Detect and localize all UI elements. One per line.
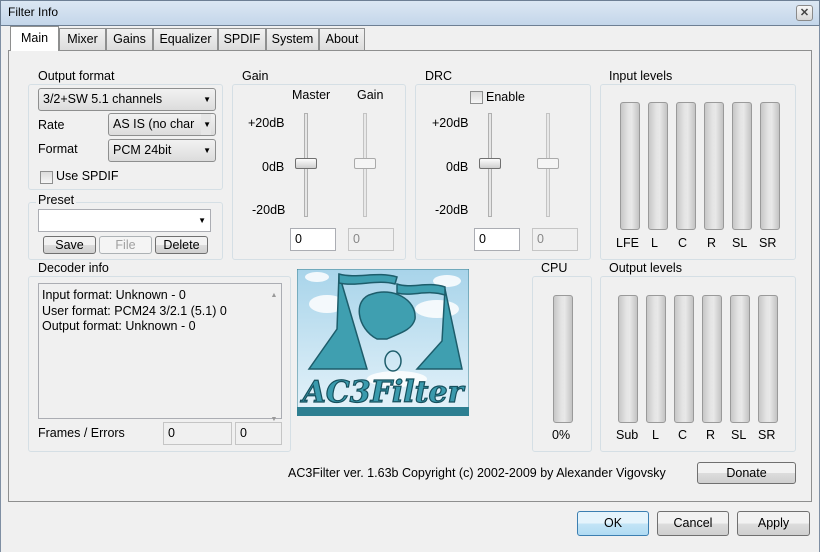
channels-value: 3/2+SW 5.1 channels bbox=[43, 92, 163, 106]
format-label: Format bbox=[38, 142, 78, 156]
input-level-bar-l bbox=[648, 102, 668, 230]
scale-minus20: -20dB bbox=[252, 203, 286, 217]
drc-value-2-input[interactable]: 0 bbox=[532, 228, 578, 251]
drc-label: DRC bbox=[423, 69, 455, 83]
decoder-info-line: Output format: Unknown - 0 bbox=[42, 319, 196, 333]
output-level-label-sr: SR bbox=[758, 428, 776, 442]
cancel-button[interactable]: Cancel bbox=[657, 511, 729, 536]
tab-equalizer[interactable]: Equalizer bbox=[153, 28, 218, 50]
input-level-bar-sr bbox=[760, 102, 780, 230]
tab-gains[interactable]: Gains bbox=[106, 28, 153, 50]
tab-main[interactable]: Main bbox=[10, 26, 59, 51]
drc-scale-0: 0dB bbox=[446, 160, 469, 174]
title-bar bbox=[0, 0, 820, 26]
input-levels-label: Input levels bbox=[607, 69, 675, 83]
frames-errors-label: Frames / Errors bbox=[38, 426, 125, 440]
chevron-down-icon: ▼ bbox=[198, 216, 206, 225]
output-level-bar-r bbox=[702, 295, 722, 423]
drc-slider-1-thumb[interactable] bbox=[479, 158, 501, 169]
gain-slider-label: Gain bbox=[357, 88, 384, 102]
preset-label: Preset bbox=[36, 193, 77, 207]
output-level-label-sub: Sub bbox=[616, 428, 639, 442]
ok-button[interactable]: OK bbox=[577, 511, 649, 536]
input-level-bar-c bbox=[676, 102, 696, 230]
tab-panel-main: Output format 3/2+SW 5.1 channels ▼ Rate … bbox=[8, 50, 812, 502]
save-preset-button[interactable]: Save bbox=[43, 236, 96, 254]
output-level-label-l: L bbox=[652, 428, 659, 442]
scale-plus20: +20dB bbox=[248, 116, 285, 130]
input-level-label-l: L bbox=[651, 236, 658, 250]
master-slider-thumb[interactable] bbox=[295, 158, 317, 169]
tab-spdif[interactable]: SPDIF bbox=[218, 28, 266, 50]
output-level-bar-sr bbox=[758, 295, 778, 423]
input-level-bar-sl bbox=[732, 102, 752, 230]
use-spdif-label: Use SPDIF bbox=[56, 169, 119, 183]
gain-slider-thumb[interactable] bbox=[354, 158, 376, 169]
drc-enable-label: Enable bbox=[486, 90, 525, 104]
output-level-bar-sl bbox=[730, 295, 750, 423]
apply-button[interactable]: Apply bbox=[737, 511, 810, 536]
input-level-label-lfe: LFE bbox=[616, 236, 639, 250]
errors-value: 0 bbox=[235, 422, 282, 445]
input-level-label-sr: SR bbox=[759, 236, 777, 250]
master-value-input[interactable]: 0 bbox=[290, 228, 336, 251]
chevron-down-icon: ▼ bbox=[203, 95, 211, 104]
input-level-bar-lfe bbox=[620, 102, 640, 230]
drc-scale-minus20: -20dB bbox=[435, 203, 469, 217]
cpu-value: 0% bbox=[552, 428, 571, 442]
scrollbar[interactable]: ▲ ▼ bbox=[267, 284, 281, 423]
input-level-label-c: C bbox=[678, 236, 688, 250]
frames-value: 0 bbox=[163, 422, 232, 445]
rate-select[interactable]: AS IS (no char ▼ bbox=[108, 113, 216, 136]
copyright-text: AC3Filter ver. 1.63b Copyright (c) 2002-… bbox=[288, 466, 666, 480]
file-preset-button[interactable]: File bbox=[99, 236, 152, 254]
drc-value-1-input[interactable]: 0 bbox=[474, 228, 520, 251]
format-select[interactable]: PCM 24bit ▼ bbox=[108, 139, 216, 162]
output-format-label: Output format bbox=[36, 69, 117, 83]
output-levels-label: Output levels bbox=[607, 261, 684, 275]
tab-system[interactable]: System bbox=[266, 28, 319, 50]
output-level-label-c: C bbox=[678, 428, 688, 442]
master-label: Master bbox=[292, 88, 331, 102]
input-level-label-sl: SL bbox=[732, 236, 748, 250]
decoder-info-textarea[interactable]: Input format: Unknown - 0 User format: P… bbox=[38, 283, 282, 423]
decoder-info-line: User format: PCM24 3/2.1 (5.1) 0 bbox=[42, 303, 227, 318]
tab-mixer[interactable]: Mixer bbox=[59, 28, 106, 50]
output-level-label-r: R bbox=[706, 428, 716, 442]
output-level-label-sl: SL bbox=[731, 428, 747, 442]
ac3filter-logo: AC3Filter bbox=[296, 268, 470, 417]
drc-enable-checkbox[interactable] bbox=[470, 91, 483, 104]
rate-label: Rate bbox=[38, 118, 65, 132]
gain-label: Gain bbox=[240, 69, 271, 83]
window-title: Filter Info bbox=[8, 5, 59, 19]
chevron-down-icon: ▼ bbox=[203, 146, 211, 155]
close-button[interactable]: ✕ bbox=[796, 5, 813, 21]
output-level-bar-sub bbox=[618, 295, 638, 423]
gain-value-input[interactable]: 0 bbox=[348, 228, 394, 251]
format-value: PCM 24bit bbox=[113, 143, 172, 157]
svg-text:AC3Filter: AC3Filter bbox=[300, 375, 466, 410]
delete-preset-button[interactable]: Delete bbox=[155, 236, 208, 254]
use-spdif-checkbox[interactable] bbox=[40, 171, 53, 184]
preset-select[interactable]: ▼ bbox=[38, 209, 211, 232]
scale-0: 0dB bbox=[262, 160, 285, 174]
output-level-bar-c bbox=[674, 295, 694, 423]
output-level-bar-l bbox=[646, 295, 666, 423]
tab-about[interactable]: About bbox=[319, 28, 365, 50]
rate-value: AS IS (no char bbox=[113, 117, 195, 131]
decoder-info-line: Input format: Unknown - 0 bbox=[42, 288, 186, 302]
cpu-level-bar bbox=[553, 295, 573, 423]
chevron-down-icon: ▼ bbox=[201, 114, 211, 135]
drc-slider-2-thumb[interactable] bbox=[537, 158, 559, 169]
input-level-bar-r bbox=[704, 102, 724, 230]
channels-select[interactable]: 3/2+SW 5.1 channels ▼ bbox=[38, 88, 216, 111]
donate-button[interactable]: Donate bbox=[697, 462, 796, 484]
cpu-label: CPU bbox=[539, 261, 570, 275]
drc-scale-plus20: +20dB bbox=[432, 116, 469, 130]
logo-image: AC3Filter bbox=[296, 268, 470, 417]
input-level-label-r: R bbox=[707, 236, 717, 250]
decoder-info-label: Decoder info bbox=[36, 261, 111, 275]
